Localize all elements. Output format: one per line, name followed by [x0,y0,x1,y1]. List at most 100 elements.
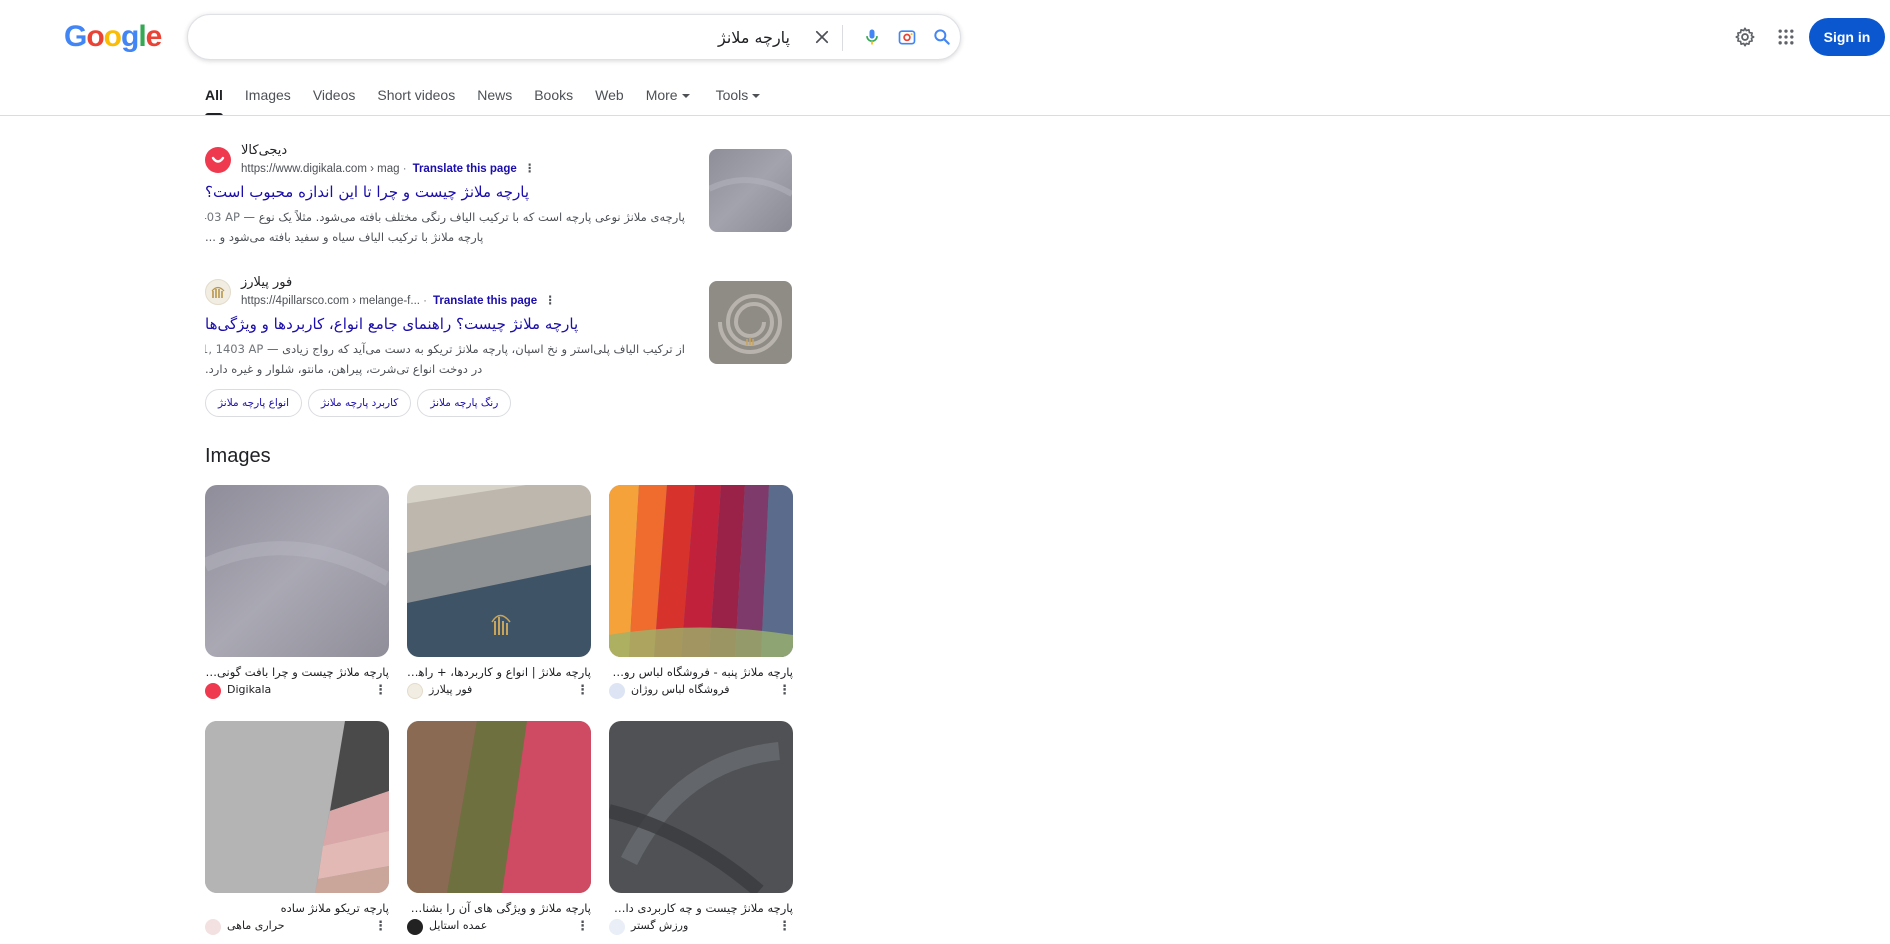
search-box[interactable] [187,14,961,60]
snippet-line: از ترکیب الیاف پلی‌استر و نخ اسپان، پارچ… [205,339,685,359]
tab-web[interactable]: Web [595,86,624,116]
more-options-icon[interactable]: ⋮ [576,918,589,934]
image-result[interactable]: پارچه ملانژ چیست و چه کاربردی دارد؟ | و.… [609,721,793,936]
image-source: فروشگاه لباس روژان ⋮ [609,682,793,700]
result-thumbnail[interactable] [709,149,792,232]
image-source-name: ورزش گستر [631,919,689,932]
result-source[interactable]: فور پیلارز https://4pillarsco.com › mela… [205,275,792,315]
logo-letter: l [138,20,146,53]
layered-fabric-image [407,485,591,657]
snippet-text: پارچه‌ی ملانژ نوعی پارچه است که با ترکیب… [258,210,685,224]
tab-books[interactable]: Books [534,86,573,116]
clear-icon[interactable] [806,15,838,59]
image-thumbnail[interactable] [609,721,793,893]
apps-grid-icon[interactable] [1773,24,1799,50]
tab-label: Short videos [377,87,456,103]
tab-label: All [205,87,223,103]
tab-label: Images [244,87,291,103]
result-date: Aban 21, 1403 AP [205,342,264,356]
more-options-icon[interactable]: ⋮ [778,918,791,934]
roozhan-favicon-icon [609,683,625,699]
separator-dot: · [402,163,407,175]
sign-in-button[interactable]: Sign in [1809,18,1885,56]
result-title-link[interactable]: پارچه ملانژ چیست و چرا تا این اندازه محب… [205,183,792,201]
tab-videos[interactable]: Videos [313,86,356,116]
image-result[interactable]: پارچه ملانژ و ویژگی های آن را بشناسید! -… [407,721,591,936]
image-thumbnail[interactable] [407,485,591,657]
search-divider [842,25,843,51]
4pillars-favicon-icon [205,279,231,305]
more-options-icon[interactable]: ⋮ [374,918,387,934]
image-thumbnail[interactable] [205,485,389,657]
snippet-line: پارچه‌ی ملانژ نوعی پارچه است که با ترکیب… [205,207,685,227]
tab-all[interactable]: All [205,86,223,116]
search-input[interactable] [208,15,790,59]
tab-short-videos[interactable]: Short videos [377,86,455,116]
image-source: ورزش گستر ⋮ [609,918,793,936]
related-chips: انواع پارچه ملانژ کاربرد پارچه ملانژ رنگ… [205,389,792,417]
image-caption[interactable]: پارچه تریکو ملانژ ساده [205,901,389,915]
site-url: https://4pillarsco.com › melange-f... · T… [241,293,557,307]
image-caption[interactable]: پارچه ملانژ پنبه - فروشگاه لباس روژان [609,665,793,679]
gray-fabric-thumbnail [709,149,792,232]
url-text: https://www.digikala.com › mag [241,163,400,175]
image-source: عمده استایل ⋮ [407,918,591,936]
more-options-icon[interactable]: ⋮ [778,682,791,698]
site-name: فور پیلارز [241,275,293,290]
image-source-name: حراری ماهی [227,919,285,932]
chip-melange-color[interactable]: رنگ پارچه ملانژ [417,389,512,417]
image-result[interactable]: پارچه ملانژ چیست و چرا بافت گونی ملانژ..… [205,485,389,700]
voice-search-icon[interactable] [856,15,888,59]
settings-gear-icon[interactable] [1732,24,1758,50]
result-thumbnail[interactable] [709,281,792,364]
tab-label: Tools [715,87,749,103]
image-thumbnail[interactable] [205,721,389,893]
image-source-name: Digikala [227,683,272,696]
image-caption[interactable]: پارچه ملانژ چیست و چه کاربردی دارد؟ | و.… [609,901,793,915]
more-options-icon[interactable]: ⋮ [543,293,557,307]
tab-tools[interactable]: Tools [716,86,761,116]
image-source: فور پیلارز ⋮ [407,682,591,700]
image-thumbnail[interactable] [609,485,793,657]
search-result: دیجی‌کالا https://www.digikala.com › mag… [205,143,792,247]
result-snippet: از ترکیب الیاف پلی‌استر و نخ اسپان، پارچ… [205,339,685,379]
search-icon[interactable] [926,15,958,59]
digikala-favicon-icon [205,683,221,699]
digikala-favicon-icon [205,147,231,173]
chevron-down-icon [681,94,690,98]
image-thumbnail[interactable] [407,721,591,893]
translate-link[interactable]: Translate this page [413,163,517,175]
lens-search-icon[interactable] [891,15,923,59]
tab-more[interactable]: More [646,86,690,116]
more-options-icon[interactable]: ⋮ [523,161,537,175]
image-source-name: فروشگاه لباس روژان [631,683,730,696]
colorful-fabric-swatches-image [609,485,793,657]
image-caption[interactable]: پارچه ملانژ چیست و چرا بافت گونی ملانژ..… [205,665,389,679]
result-date: Tir 2, 1403 AP [205,210,240,224]
result-source[interactable]: دیجی‌کالا https://www.digikala.com › mag… [205,143,792,183]
omdeh-style-favicon-icon [407,919,423,935]
dark-gray-fabric-image [609,721,793,893]
image-result[interactable]: پارچه ملانژ پنبه - فروشگاه لباس روژان فر… [609,485,793,700]
image-result[interactable]: پارچه ملانژ | انواع و کاربردها، + راهنما… [407,485,591,700]
image-source-name: عمده استایل [429,919,488,932]
chip-melange-uses[interactable]: کاربرد پارچه ملانژ [308,389,412,417]
tab-news[interactable]: News [477,86,512,116]
image-source: Digikala ⋮ [205,682,389,700]
translate-link[interactable]: Translate this page [433,295,537,307]
google-logo[interactable]: Google [64,20,162,54]
image-caption[interactable]: پارچه ملانژ و ویژگی های آن را بشناسید! -… [407,901,591,915]
tab-images[interactable]: Images [245,86,291,116]
chip-melange-types[interactable]: انواع پارچه ملانژ [205,389,303,417]
image-result[interactable]: پارچه تریکو ملانژ ساده حراری ماهی ⋮ [205,721,389,936]
result-title-link[interactable]: پارچه ملانژ چیست؟ راهنمای جامع انواع، کا… [205,315,792,333]
logo-letter: G [64,20,87,53]
search-result: فور پیلارز https://4pillarsco.com › mela… [205,275,792,417]
4pillars-favicon-icon [407,683,423,699]
image-source-name: فور پیلارز [429,683,473,696]
more-options-icon[interactable]: ⋮ [374,682,387,698]
brown-green-red-fabric-image [407,721,591,893]
more-options-icon[interactable]: ⋮ [576,682,589,698]
snippet-text: از ترکیب الیاف پلی‌استر و نخ اسپان، پارچ… [282,342,685,356]
image-caption[interactable]: پارچه ملانژ | انواع و کاربردها، + راهنما… [407,665,591,679]
